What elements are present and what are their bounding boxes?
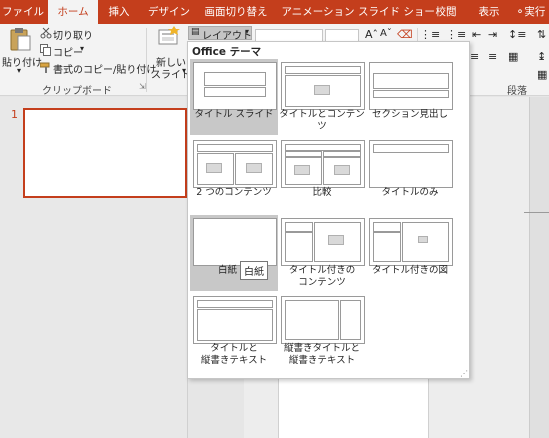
align-right-icon[interactable]: ≡: [470, 50, 479, 63]
layout-preview: [281, 140, 365, 188]
copy-button[interactable]: コピー: [53, 44, 83, 59]
slide-canvas[interactable]: [278, 379, 429, 438]
layout-two-content[interactable]: 2 つのコンテンツ: [190, 137, 278, 213]
resize-grip-icon[interactable]: ⋰: [460, 369, 468, 378]
decrease-indent-icon[interactable]: ⇤: [472, 28, 481, 41]
format-painter-icon: [39, 61, 52, 73]
tab-slideshow[interactable]: スライド ショー: [358, 0, 435, 24]
tab-view[interactable]: 表示: [474, 0, 504, 24]
layout-preview: [369, 62, 453, 110]
chevron-down-icon[interactable]: ▾: [182, 66, 186, 75]
align-text-icon[interactable]: ↨: [537, 50, 546, 63]
smartart-icon[interactable]: ▦: [537, 68, 547, 81]
layout-button[interactable]: ▤ レイアウト ▾: [188, 26, 252, 42]
layout-title-only[interactable]: タイトルのみ: [366, 137, 454, 213]
chevron-down-icon[interactable]: ▾: [80, 44, 84, 53]
ribbon-tab-bar: ファイル ホーム 挿入 デザイン 画面切り替え アニメーション スライド ショー…: [0, 0, 549, 24]
layout-icon: ▤: [191, 27, 200, 37]
tab-insert[interactable]: 挿入: [100, 0, 138, 24]
tab-home[interactable]: ホーム: [48, 0, 98, 24]
tooltip: 白紙: [240, 261, 268, 280]
layout-preview: [193, 296, 277, 344]
layout-preview: [369, 140, 453, 188]
line-spacing-icon[interactable]: ↕≡: [508, 28, 526, 41]
layout-preview: [193, 218, 277, 266]
layout-title-and-vertical-text[interactable]: タイトルと 縦書きテキスト: [190, 293, 278, 373]
layout-picture-with-caption[interactable]: タイトル付きの図: [366, 215, 454, 291]
layout-preview: [193, 62, 277, 110]
layout-title-and-content[interactable]: タイトルとコンテンツ: [278, 59, 366, 135]
layout-preview: [369, 218, 453, 266]
layout-vertical-title-and-text[interactable]: 縦書きタイトルと 縦書きテキスト: [278, 293, 366, 373]
format-painter-button[interactable]: 書式のコピー/貼り付け: [53, 61, 156, 76]
slide-number: 1: [11, 108, 18, 121]
gallery-title: Office テーマ: [192, 46, 262, 58]
group-separator: [146, 28, 147, 92]
layout-title-slide[interactable]: タイトル スライド: [190, 59, 278, 135]
vertical-scrollbar[interactable]: [529, 97, 549, 438]
layout-content-with-caption-label: タイトル付きの コンテンツ: [288, 265, 356, 288]
shrink-font-icon[interactable]: Aˇ: [380, 28, 392, 39]
text-direction-icon[interactable]: ⇅: [537, 28, 546, 41]
scissors-icon: [40, 27, 52, 39]
tab-design[interactable]: デザイン: [142, 0, 196, 24]
dialog-launcher-icon[interactable]: ⇲: [139, 82, 146, 91]
layout-vertical-title-and-text-label: 縦書きタイトルと 縦書きテキスト: [283, 343, 360, 366]
columns-icon[interactable]: ▦: [508, 50, 518, 63]
cut-button[interactable]: 切り取り: [53, 27, 93, 42]
tab-animations[interactable]: アニメーション: [278, 0, 358, 24]
paste-icon: [10, 28, 31, 51]
layout-content-with-caption[interactable]: タイトル付きの コンテンツ: [278, 215, 366, 293]
clipboard-group-label: クリップボード: [42, 86, 112, 97]
increase-indent-icon[interactable]: ⇥: [488, 28, 497, 41]
grow-font-icon[interactable]: Aˆ: [365, 28, 378, 41]
layout-gallery: Office テーマ タイトル スライド タイトルとコンテンツ セクション見出し: [187, 41, 470, 379]
layout-preview: [193, 140, 277, 188]
chevron-down-icon[interactable]: ▾: [17, 66, 21, 75]
slide-edge: [524, 212, 549, 213]
tell-me-button[interactable]: ⚬実行: [512, 0, 549, 24]
paste-button[interactable]: [6, 26, 34, 54]
bullets-icon[interactable]: ⋮≡: [420, 28, 440, 41]
tab-review[interactable]: 校閲: [432, 0, 460, 24]
clear-formatting-icon[interactable]: ⌫: [397, 28, 413, 41]
numbering-icon[interactable]: ⋮≡: [446, 28, 466, 41]
paragraph-group-label: 段落: [507, 86, 527, 97]
layout-comparison[interactable]: 比較: [278, 137, 366, 213]
copy-icon: [40, 44, 52, 56]
justify-icon[interactable]: ≡: [488, 50, 497, 63]
layout-title-and-vertical-text-label: タイトルと 縦書きテキスト: [200, 343, 268, 366]
chevron-down-icon: ▾: [245, 27, 250, 36]
tab-file[interactable]: ファイル: [0, 0, 46, 24]
slide-thumbnail[interactable]: [23, 108, 187, 198]
new-slide-icon: [158, 26, 180, 48]
paste-label[interactable]: 貼り付け: [2, 54, 42, 69]
tab-transitions[interactable]: 画面切り替え: [198, 0, 274, 24]
layout-preview: [281, 62, 365, 110]
layout-section-header[interactable]: セクション見出し: [366, 59, 454, 135]
layout-preview: [281, 296, 365, 344]
layout-preview: [281, 218, 365, 266]
